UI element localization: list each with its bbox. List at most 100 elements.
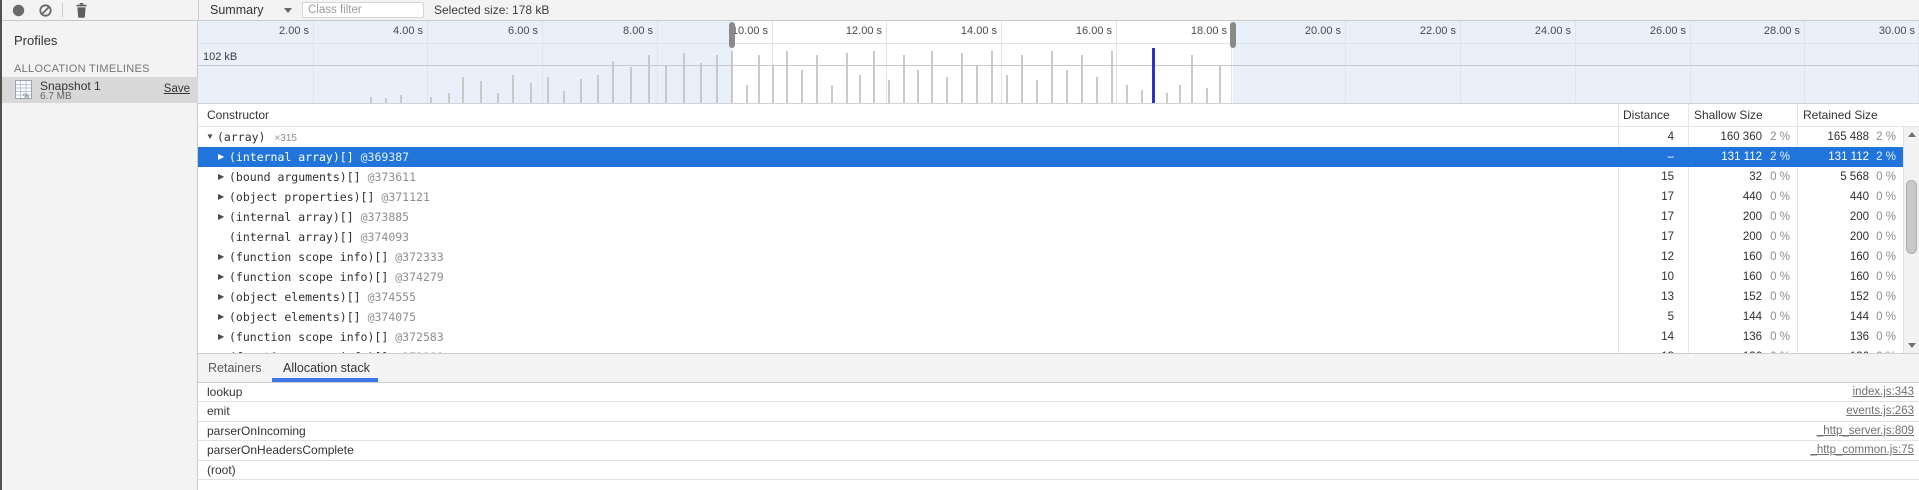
retained-size-percent: 0 % — [1876, 327, 1896, 347]
record-button[interactable] — [12, 4, 25, 17]
shallow-size-percent: 0 % — [1770, 307, 1790, 327]
expander-closed-icon[interactable]: ▶ — [218, 207, 224, 227]
heap-grid-row[interactable]: ▶(object properties)[]@371121174400 %440… — [198, 187, 1903, 207]
constructor-name: (internal array)[]@374093 — [229, 227, 409, 247]
vertical-scrollbar[interactable] — [1903, 127, 1919, 353]
heap-grid-row[interactable]: ▶(function scope info)[]@372583141360 %1… — [198, 327, 1903, 347]
chevron-down-icon[interactable] — [284, 8, 292, 13]
stack-frame-source-link[interactable]: index.js:343 — [1853, 383, 1914, 402]
allocation-bar — [1051, 51, 1053, 103]
expander-closed-icon[interactable]: ▶ — [218, 327, 224, 347]
allocation-bar — [903, 55, 905, 103]
selected-size-label: Selected size: 178 kB — [434, 0, 549, 20]
timeline-tick-label: 12.00 s — [802, 25, 882, 38]
allocation-overview[interactable]: 2.00 s4.00 s6.00 s8.00 s10.00 s12.00 s14… — [198, 21, 1919, 103]
scroll-up-button[interactable] — [1904, 127, 1919, 142]
bottom-tabbar: Retainers Allocation stack — [198, 353, 1919, 383]
object-id: @373885 — [361, 210, 409, 224]
expander-open-icon[interactable]: ▼ — [206, 127, 214, 147]
column-header-shallow-size[interactable]: Shallow Size — [1694, 104, 1763, 126]
allocation-bar — [1166, 93, 1168, 103]
stack-frame-source-link[interactable]: _http_server.js:809 — [1817, 422, 1914, 441]
heap-grid-row[interactable]: ▶(object elements)[]@374555131520 %1520 … — [198, 287, 1903, 307]
stack-frame-name: parserOnIncoming — [207, 422, 306, 441]
shallow-size-cell: 160 — [1743, 247, 1762, 267]
object-id: @369387 — [361, 150, 409, 164]
column-header-distance[interactable]: Distance — [1623, 104, 1670, 126]
expander-closed-icon[interactable]: ▶ — [218, 307, 224, 327]
column-separator[interactable] — [1618, 104, 1619, 126]
heap-grid-row[interactable]: ▼(array)×3154160 3602 %165 4882 % — [198, 127, 1903, 147]
column-header-constructor[interactable]: Constructor — [207, 104, 269, 126]
distance-cell: 13 — [1661, 347, 1674, 353]
shallow-size-cell: 160 360 — [1720, 127, 1762, 147]
heap-grid-row[interactable]: ▶(function scope info)[]@372333121600 %1… — [198, 247, 1903, 267]
allocation-bar — [448, 93, 450, 103]
heap-grid-row[interactable]: ▶(internal array)[]@373885172000 %2000 % — [198, 207, 1903, 227]
column-separator[interactable] — [1797, 104, 1798, 126]
heap-grid-row[interactable]: ▶(object elements)[]@37407551440 %1440 % — [198, 307, 1903, 327]
expander-closed-icon[interactable]: ▶ — [218, 167, 224, 187]
column-header-retained-size[interactable]: Retained Size — [1803, 104, 1878, 126]
retained-size-cell: 136 — [1850, 327, 1869, 347]
timeline-tick-label: 2.00 s — [229, 25, 309, 38]
max-size-line — [198, 65, 1919, 66]
object-id: @371121 — [381, 190, 429, 204]
retained-size-percent: 2 % — [1876, 147, 1896, 167]
window-handle-right[interactable] — [1230, 22, 1236, 48]
expander-closed-icon[interactable]: ▶ — [218, 147, 224, 167]
allocation-bar — [888, 80, 890, 103]
scroll-down-button[interactable] — [1904, 338, 1919, 353]
timeline-tick-label: 22.00 s — [1376, 25, 1456, 38]
allocation-bar — [512, 75, 514, 103]
heap-grid-row[interactable]: ▶(function scope info)[]@372181131360 %1… — [198, 347, 1903, 353]
stack-frame-row: parserOnHeadersComplete_http_common.js:7… — [198, 441, 1919, 460]
instance-count: ×315 — [274, 133, 297, 144]
column-separator[interactable] — [1688, 104, 1689, 126]
timeline-gridline — [886, 21, 887, 103]
stack-frame-source-link[interactable]: _http_common.js:75 — [1810, 441, 1914, 460]
heap-grid-row[interactable]: (internal array)[]@374093172000 %2000 % — [198, 227, 1903, 247]
timeline-gridline — [1116, 21, 1117, 103]
toolbar-separator — [62, 3, 63, 17]
allocation-bar — [946, 77, 948, 103]
constructor-name: (object elements)[]@374075 — [229, 307, 416, 327]
object-id: @372583 — [395, 330, 443, 344]
expander-closed-icon[interactable]: ▶ — [218, 247, 224, 267]
allocation-bar — [665, 65, 667, 103]
constructor-name: (function scope info)[]@372181 — [229, 347, 444, 353]
allocation-bar — [1066, 70, 1068, 103]
allocation-bar — [859, 75, 861, 103]
window-handle-left[interactable] — [729, 22, 735, 48]
retained-size-cell: 200 — [1850, 227, 1869, 247]
perspective-select[interactable]: Summary — [210, 0, 263, 20]
scrollbar-thumb[interactable] — [1906, 180, 1917, 254]
class-filter-input[interactable] — [302, 2, 424, 18]
timeline-tick-label: 30.00 s — [1835, 25, 1915, 38]
allocation-bar — [1179, 85, 1181, 103]
save-link[interactable]: Save — [164, 83, 190, 95]
retained-size-cell: 144 — [1850, 307, 1869, 327]
delete-profile-icon[interactable] — [75, 3, 88, 16]
constructor-name: (function scope info)[]@374279 — [229, 267, 444, 287]
allocation-bar — [547, 77, 549, 103]
distance-cell: 10 — [1661, 267, 1674, 287]
heap-grid-row[interactable]: ▶(bound arguments)[]@37361115320 %5 5680… — [198, 167, 1903, 187]
shallow-size-cell: 200 — [1743, 207, 1762, 227]
sidebar-item-snapshot-1[interactable]: % Snapshot 1 6.7 MB Save — [2, 77, 198, 103]
stack-frame-source-link[interactable]: events.js:263 — [1846, 402, 1914, 421]
heap-grid-row[interactable]: ▶(function scope info)[]@374279101600 %1… — [198, 267, 1903, 287]
tab-retainers[interactable]: Retainers — [208, 354, 262, 383]
distance-cell: 12 — [1661, 247, 1674, 267]
shallow-size-cell: 152 — [1743, 287, 1762, 307]
shallow-size-percent: 0 % — [1770, 287, 1790, 307]
constructor-name: (object properties)[]@371121 — [229, 187, 430, 207]
expander-closed-icon[interactable]: ▶ — [218, 187, 224, 207]
expander-closed-icon[interactable]: ▶ — [218, 287, 224, 307]
clear-icon[interactable] — [39, 4, 52, 17]
allocation-bar — [931, 51, 933, 103]
heap-grid-row[interactable]: ▶(internal array)[]@369387–131 1122 %131… — [198, 147, 1903, 167]
expander-closed-icon[interactable]: ▶ — [218, 267, 224, 287]
shallow-size-percent: 2 % — [1770, 147, 1790, 167]
expander-closed-icon[interactable]: ▶ — [218, 347, 224, 353]
